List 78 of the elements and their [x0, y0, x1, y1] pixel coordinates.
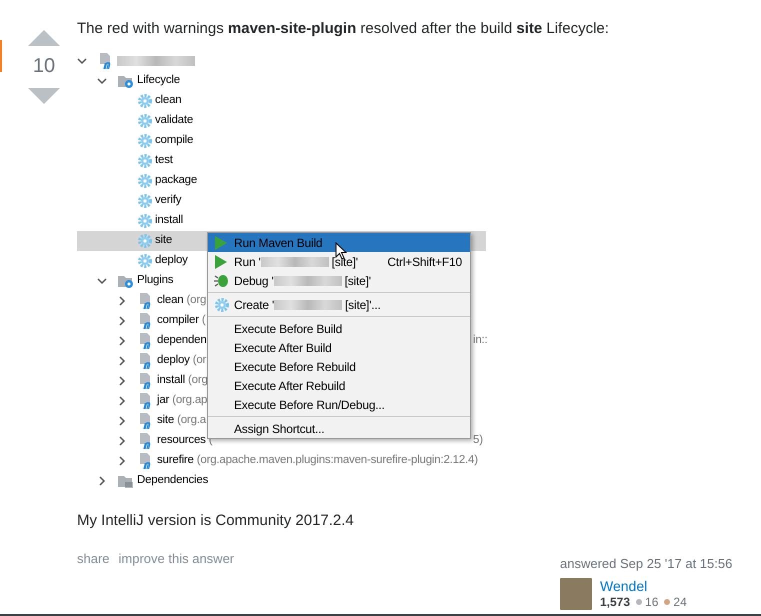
- plugin-coordinates: (org: [188, 373, 208, 388]
- user-link[interactable]: Wendel: [600, 578, 687, 594]
- gear-icon: [214, 296, 230, 312]
- menu-item[interactable]: Debug ' [site]': [208, 271, 470, 290]
- answer-text: My IntelliJ version is Community 2017.2.4: [77, 511, 355, 531]
- plugin-coordinates: (org.a: [177, 413, 206, 428]
- play-icon: [214, 236, 228, 250]
- tree-label[interactable]: compile: [155, 132, 194, 150]
- chevron-down-icon[interactable]: [97, 76, 107, 86]
- tree-label[interactable]: validate: [155, 112, 194, 130]
- chevron-down-icon[interactable]: [97, 276, 107, 286]
- tree-label[interactable]: dependen: [157, 332, 207, 350]
- plugin-coordinates: (org.ap: [172, 393, 208, 408]
- menu-item[interactable]: Create ' [site]'...: [208, 295, 470, 314]
- tree-label[interactable]: surefire: [157, 452, 194, 470]
- menu-item[interactable]: Run Maven Build: [208, 233, 470, 252]
- gear-icon: [137, 213, 153, 229]
- library-icon: [117, 473, 135, 489]
- menu-item[interactable]: Assign Shortcut...: [208, 419, 470, 438]
- tree-label[interactable]: deploy: [155, 252, 188, 270]
- reputation-score: 1,573: [600, 594, 630, 610]
- vote-count: 10: [32, 54, 56, 78]
- tree-label[interactable]: jar: [157, 392, 170, 410]
- chevron-right-icon[interactable]: [117, 356, 127, 366]
- gear-icon: [137, 133, 153, 149]
- menu-item[interactable]: Execute After Build: [208, 338, 470, 357]
- chevron-down-icon[interactable]: [77, 56, 87, 66]
- chevron-right-icon[interactable]: [117, 336, 127, 346]
- tree-label[interactable]: clean: [157, 292, 184, 310]
- plugin-coordinates: in::: [473, 333, 488, 348]
- chevron-right-icon[interactable]: [117, 296, 127, 306]
- plugin-coordinates: (or: [192, 353, 206, 368]
- chevron-right-icon[interactable]: [117, 396, 127, 406]
- chevron-right-icon[interactable]: [117, 456, 127, 466]
- chevron-right-icon[interactable]: [117, 436, 127, 446]
- gear-icon: [137, 233, 153, 249]
- folder-gear-icon: [117, 73, 135, 89]
- tree-label[interactable]: Lifecycle: [137, 72, 180, 90]
- chevron-right-icon[interactable]: [117, 416, 127, 426]
- answer-text: The red with warnings maven-site-plugin resolved after the build site Lifecycle:: [77, 19, 610, 39]
- bug-icon: [214, 274, 230, 288]
- plugin-coordinates: (: [202, 313, 206, 328]
- play-icon: [214, 254, 228, 268]
- tree-label[interactable]: deploy: [157, 352, 190, 370]
- menu-item[interactable]: Run ' [site]' Ctrl+Shift+F10: [208, 252, 470, 271]
- chevron-right-icon[interactable]: [117, 316, 127, 326]
- tree-label[interactable]: clean: [155, 92, 182, 110]
- answered-date: answered Sep 25 '17 at 15:56: [560, 555, 732, 573]
- gear-icon: [137, 193, 153, 209]
- menu-item[interactable]: Execute After Rebuild: [208, 376, 470, 395]
- plugin-coordinates: 5): [473, 433, 483, 448]
- tree-label[interactable]: install: [155, 212, 184, 230]
- tree-label[interactable]: compiler: [157, 312, 199, 330]
- badge-count: 16: [645, 594, 658, 610]
- tree-label[interactable]: resources: [157, 432, 206, 450]
- tree-label[interactable]: package: [155, 172, 198, 190]
- menu-item[interactable]: Execute Before Run/Debug...: [208, 395, 470, 414]
- gear-icon: [137, 113, 153, 129]
- tree-label[interactable]: site: [155, 232, 172, 250]
- gear-icon: [137, 173, 153, 189]
- gear-icon: [137, 253, 153, 269]
- badge-count: 24: [673, 594, 687, 610]
- menu-item[interactable]: Execute Before Rebuild: [208, 357, 470, 376]
- tree-label[interactable]: test: [155, 152, 173, 170]
- gear-icon: [137, 93, 153, 109]
- menu-item[interactable]: Execute Before Build: [208, 319, 470, 338]
- chevron-right-icon[interactable]: [97, 476, 107, 486]
- chevron-right-icon[interactable]: [117, 376, 127, 386]
- plugin-coordinates: (org.apache.maven.plugins:maven-surefire-plugin:2.12.4): [196, 453, 478, 468]
- avatar: [560, 578, 592, 610]
- folder-gear-icon: [117, 273, 135, 289]
- plugin-coordinates: (org: [186, 293, 206, 308]
- gear-icon: [137, 153, 153, 169]
- tree-label[interactable]: Plugins: [137, 272, 174, 290]
- tree-label[interactable]: Dependencies: [137, 472, 208, 490]
- tree-label[interactable]: install: [157, 372, 186, 390]
- tree-label[interactable]: verify: [155, 192, 182, 210]
- tree-label[interactable]: site: [157, 412, 174, 430]
